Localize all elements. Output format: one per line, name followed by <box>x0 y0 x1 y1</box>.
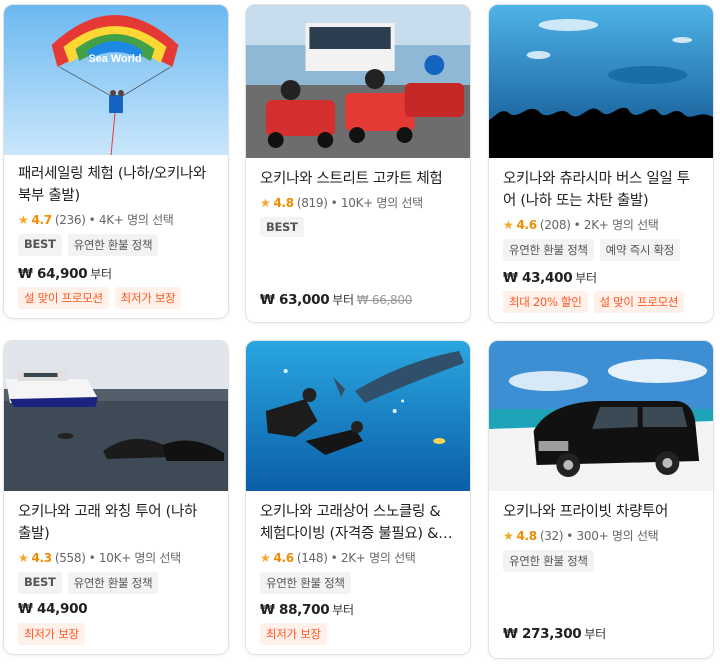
activity-card-whale-shark-diving[interactable]: 오키나와 고래상어 스노클링 & 체험다이빙 (자격증 불필요) & 편 ...… <box>245 340 471 655</box>
activity-title[interactable]: 오키나와 스트리트 고카트 체험 <box>260 168 456 190</box>
price-value: ₩ 88,700 <box>260 602 330 618</box>
star-icon: ★ <box>260 195 271 210</box>
price-value: ₩ 44,900 <box>18 601 88 617</box>
price-suffix: 부터 <box>332 293 354 307</box>
booked-count: • 2K+ 명의 선택 <box>330 551 416 565</box>
tag-refund: 유연한 환불 정책 <box>260 572 351 594</box>
rating-row: ★ 4.8 (819) • 10K+ 명의 선택 <box>260 194 456 211</box>
review-count: (819) <box>296 195 328 210</box>
rating-row: ★ 4.8 (32) • 300+ 명의 선택 <box>503 527 699 544</box>
parasailing-photo: Sea World <box>4 5 228 155</box>
activity-title[interactable]: 오키나와 고래상어 스노클링 & 체험다이빙 (자격증 불필요) & 편 ... <box>260 501 456 545</box>
star-icon: ★ <box>503 217 514 232</box>
promo-list: 설 맞이 프로모션 최저가 보장 <box>18 287 182 309</box>
promo-badge: 최저가 보장 <box>260 623 327 645</box>
promo-badge: 최저가 보장 <box>114 287 182 309</box>
review-count: (208) <box>539 217 571 232</box>
activity-title[interactable]: 오키나와 츄라시마 버스 일일 투어 (나하 또는 차탄 출발) <box>503 168 699 212</box>
tag-list: 유연한 환불 정책 <box>260 572 456 594</box>
tag-best: BEST <box>18 234 62 256</box>
activity-title[interactable]: 오키나와 고래 와칭 투어 (나하 출발) <box>18 501 214 545</box>
rating-score: 4.6 <box>273 550 294 565</box>
price-suffix: 부터 <box>332 603 354 617</box>
activity-title[interactable]: 패러세일링 체험 (나하/오키나와 북부 출발) <box>18 163 214 207</box>
promo-badge: 설 맞이 프로모션 <box>593 291 685 313</box>
svg-text:Sea World: Sea World <box>88 53 141 65</box>
rating-score: 4.7 <box>31 212 52 227</box>
price-value: ₩ 273,300 <box>503 626 582 642</box>
rating-score: 4.3 <box>31 550 52 565</box>
price-suffix: 부터 <box>584 627 606 641</box>
promo-badge: 최저가 보장 <box>18 623 85 645</box>
rating-row: ★ 4.3 (558) • 10K+ 명의 선택 <box>18 549 214 566</box>
tag-refund: 유연한 환불 정책 <box>503 239 594 261</box>
price: ₩ 44,900 <box>18 601 88 617</box>
price-value: ₩ 63,000 <box>260 292 330 308</box>
tag-best: BEST <box>260 217 304 237</box>
star-icon: ★ <box>18 550 29 565</box>
booked-count: • 300+ 명의 선택 <box>566 529 659 543</box>
price: ₩ 273,300 부터 <box>503 625 606 642</box>
price-suffix: 부터 <box>575 271 597 285</box>
price: ₩ 43,400 부터 <box>503 269 597 286</box>
booked-count: • 4K+ 명의 선택 <box>88 213 174 227</box>
tag-refund: 유연한 환불 정책 <box>67 234 159 256</box>
price: ₩ 63,000 부터 ₩ 66,800 <box>260 291 412 308</box>
original-price: ₩ 66,800 <box>356 293 413 307</box>
activity-card-aquarium[interactable]: 오키나와 츄라시마 버스 일일 투어 (나하 또는 차탄 출발) ★ 4.6 (… <box>488 4 714 323</box>
promo-list: 최저가 보장 <box>260 623 327 645</box>
tag-list: BEST 유연한 환불 정책 <box>18 234 214 256</box>
activity-grid: Sea World 패러세일링 체험 (나하/오키나와 북부 출발) ★ 4.7… <box>0 0 720 665</box>
price-value: ₩ 64,900 <box>18 266 88 282</box>
tag-list: 유연한 환불 정책 예약 즉시 확정 <box>503 239 699 261</box>
activity-title[interactable]: 오키나와 프라이빗 차량투어 <box>503 501 699 523</box>
review-count: (32) <box>539 528 564 543</box>
price-suffix: 부터 <box>90 267 112 281</box>
star-icon: ★ <box>503 528 514 543</box>
activity-card-go-kart[interactable]: 오키나와 스트리트 고카트 체험 ★ 4.8 (819) • 10K+ 명의 선… <box>245 4 471 323</box>
rating-score: 4.8 <box>516 528 537 543</box>
tag-list: BEST 유연한 환불 정책 <box>18 572 214 594</box>
star-icon: ★ <box>260 550 271 565</box>
aquarium-photo <box>489 5 713 158</box>
tag-instant-confirm: 예약 즉시 확정 <box>599 239 681 261</box>
review-count: (558) <box>54 550 86 565</box>
whale-watching-photo <box>4 341 228 491</box>
review-count: (148) <box>296 550 328 565</box>
review-count: (236) <box>54 212 86 227</box>
tag-refund: 유연한 환불 정책 <box>67 572 159 594</box>
rating-score: 4.8 <box>273 195 294 210</box>
activity-card-parasailing[interactable]: Sea World 패러세일링 체험 (나하/오키나와 북부 출발) ★ 4.7… <box>3 4 229 319</box>
rating-score: 4.6 <box>516 217 537 232</box>
tag-list: 유연한 환불 정책 <box>503 550 699 572</box>
booked-count: • 10K+ 명의 선택 <box>88 551 182 565</box>
booked-count: • 2K+ 명의 선택 <box>573 218 659 232</box>
activity-card-private-van[interactable]: 오키나와 프라이빗 차량투어 ★ 4.8 (32) • 300+ 명의 선택 유… <box>488 340 714 659</box>
promo-list: 최저가 보장 <box>18 623 85 645</box>
tag-list: BEST <box>260 217 456 237</box>
rating-row: ★ 4.7 (236) • 4K+ 명의 선택 <box>18 211 214 228</box>
price-value: ₩ 43,400 <box>503 270 573 286</box>
price: ₩ 64,900 부터 <box>18 265 112 282</box>
booked-count: • 10K+ 명의 선택 <box>330 196 424 210</box>
rating-row: ★ 4.6 (148) • 2K+ 명의 선택 <box>260 549 456 566</box>
tag-best: BEST <box>18 572 62 594</box>
private-van-photo <box>489 341 713 491</box>
star-icon: ★ <box>18 212 29 227</box>
go-kart-photo <box>246 5 470 158</box>
rating-row: ★ 4.6 (208) • 2K+ 명의 선택 <box>503 216 699 233</box>
price: ₩ 88,700 부터 <box>260 601 354 618</box>
whale-shark-diving-photo <box>246 341 470 491</box>
promo-list: 최대 20% 할인 설 맞이 프로모션 <box>503 291 685 313</box>
promo-badge: 설 맞이 프로모션 <box>18 287 109 309</box>
promo-badge: 최대 20% 할인 <box>503 291 588 313</box>
activity-card-whale-watching[interactable]: 오키나와 고래 와칭 투어 (나하 출발) ★ 4.3 (558) • 10K+… <box>3 340 229 655</box>
tag-refund: 유연한 환불 정책 <box>503 550 594 572</box>
